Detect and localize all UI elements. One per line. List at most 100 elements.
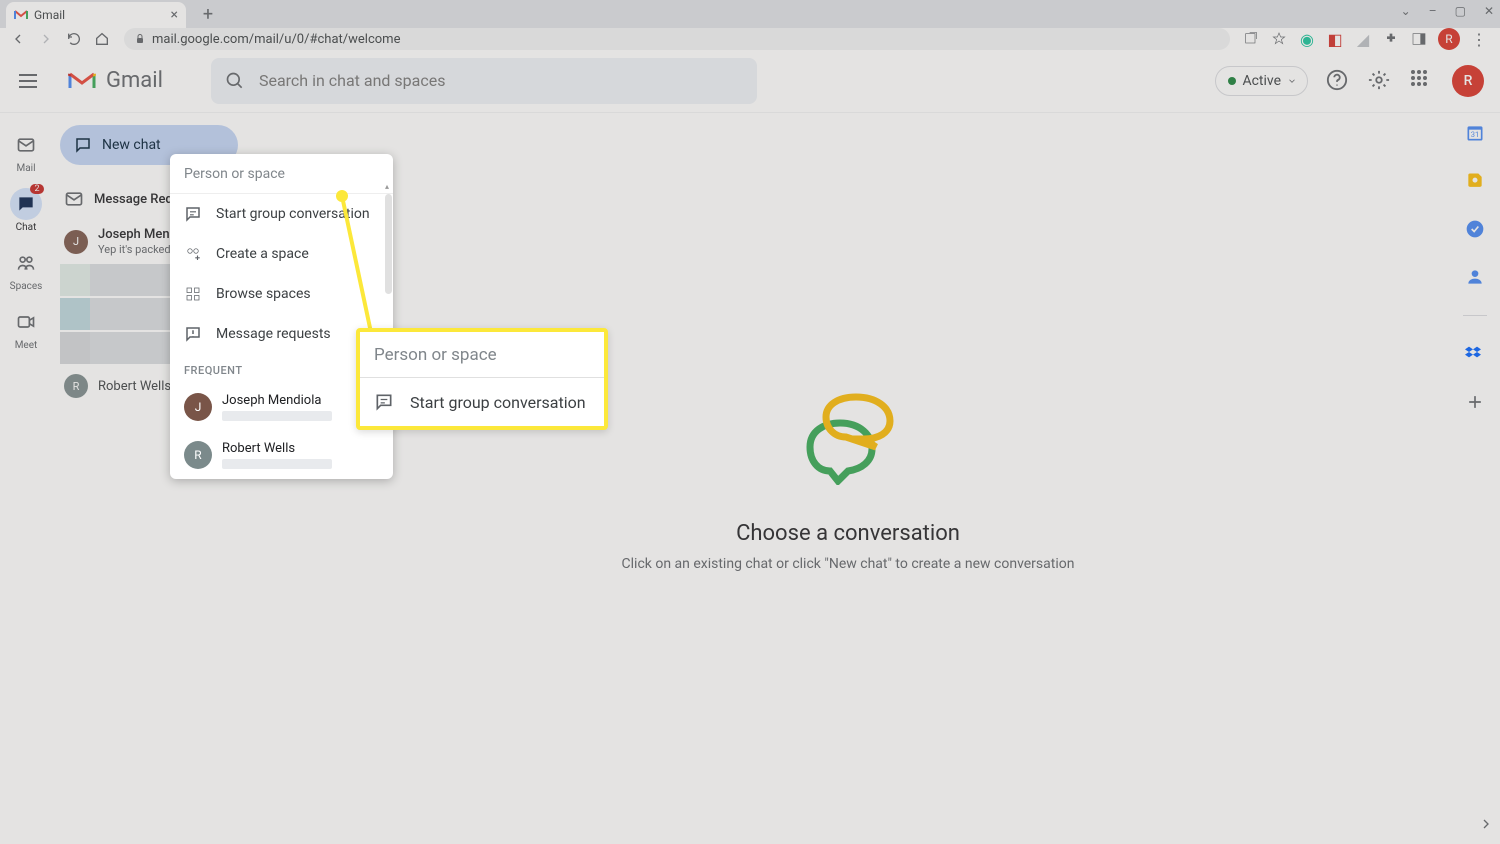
sidepanel-icon[interactable] (1410, 30, 1428, 48)
popover-item-label: Message requests (216, 326, 331, 342)
url-field[interactable]: mail.google.com/mail/u/0/#chat/welcome (124, 28, 1230, 50)
apps-grid-icon[interactable] (1410, 69, 1434, 93)
empty-subtitle: Click on an existing chat or click "New … (622, 556, 1075, 572)
add-addon-icon[interactable] (1465, 392, 1485, 412)
new-chat-popover: Person or space Start group conversation… (170, 154, 393, 479)
scrollbar[interactable] (385, 194, 392, 294)
profile-avatar[interactable]: R (1438, 28, 1460, 50)
chevron-down-icon[interactable]: ⌄ (1401, 4, 1411, 18)
home-icon[interactable] (92, 29, 112, 49)
tab-strip: Gmail × + ⌄ – ▢ ✕ (0, 0, 1500, 28)
rail-label: Chat (16, 222, 37, 233)
contact-name: Robert Wells (222, 441, 332, 456)
popover-placeholder: Person or space (184, 166, 285, 182)
rail-item-mail[interactable]: Mail (0, 123, 52, 180)
spaces-icon (16, 253, 36, 273)
rail-item-spaces[interactable]: Spaces (0, 241, 52, 298)
kebab-menu-icon[interactable]: ⋮ (1470, 30, 1488, 48)
rail-item-chat[interactable]: 2 Chat (0, 182, 52, 239)
gmail-logo[interactable]: Gmail (68, 68, 163, 93)
popover-start-group[interactable]: Start group conversation (170, 194, 393, 234)
status-dot-icon (1228, 77, 1236, 85)
popover-search-input[interactable]: Person or space (170, 154, 393, 194)
annotation-callout: Person or space Start group conversation (356, 328, 608, 430)
empty-title: Choose a conversation (736, 521, 960, 546)
callout-search: Person or space (360, 332, 604, 378)
callout-item: Start group conversation (360, 378, 604, 426)
mail-icon (16, 135, 36, 155)
group-chat-icon (184, 205, 202, 223)
search-icon (225, 71, 245, 91)
frequent-contact[interactable]: R Robert Wells (170, 431, 393, 479)
rail-label: Spaces (10, 281, 43, 292)
redacted-email (222, 459, 332, 469)
grammarly-icon[interactable]: ◉ (1298, 30, 1316, 48)
empty-state-graphic (778, 385, 918, 485)
meet-icon (16, 312, 36, 332)
chat-badge: 2 (30, 184, 44, 194)
address-bar: mail.google.com/mail/u/0/#chat/welcome ◉… (0, 28, 1500, 50)
avatar: J (64, 230, 88, 254)
share-icon[interactable] (1242, 30, 1260, 48)
maximize-icon[interactable]: ▢ (1455, 4, 1466, 18)
popover-item-label: Create a space (216, 246, 309, 262)
window-controls: ⌄ – ▢ ✕ (1401, 4, 1494, 18)
contact-name: Joseph Mendiola (222, 393, 332, 408)
app-header: Gmail Active R (0, 49, 1500, 113)
right-rail: 31 (1450, 113, 1500, 844)
browser-chrome: Gmail × + ⌄ – ▢ ✕ mail.google.com/mail/u… (0, 0, 1500, 49)
rail-label: Meet (15, 340, 38, 351)
gmail-favicon (14, 9, 28, 21)
minimize-icon[interactable]: – (1429, 4, 1437, 18)
new-chat-label: New chat (102, 137, 161, 153)
forward-icon (36, 29, 56, 49)
contacts-icon[interactable] (1465, 267, 1485, 287)
status-label: Active (1242, 73, 1281, 89)
avatar: J (184, 393, 212, 421)
rail-item-meet[interactable]: Meet (0, 300, 52, 357)
dropbox-icon[interactable] (1465, 344, 1485, 364)
search-box[interactable] (211, 58, 757, 104)
message-requests-icon (64, 189, 84, 209)
extensions-icon[interactable] (1382, 30, 1400, 48)
create-space-icon (184, 245, 202, 263)
message-requests-icon (184, 325, 202, 343)
lastpass-icon[interactable]: ◧ (1326, 30, 1344, 48)
redacted-email (222, 411, 332, 421)
calendar-icon[interactable]: 31 (1465, 123, 1485, 143)
side-panel-toggle-icon[interactable] (1478, 816, 1494, 832)
svg-text:31: 31 (1471, 130, 1479, 139)
keep-icon[interactable] (1465, 171, 1485, 191)
close-icon[interactable]: × (171, 7, 178, 23)
group-chat-icon (374, 392, 394, 412)
url-text: mail.google.com/mail/u/0/#chat/welcome (152, 32, 400, 47)
tasks-icon[interactable] (1465, 219, 1485, 239)
reload-icon[interactable] (64, 29, 84, 49)
search-input[interactable] (259, 71, 743, 90)
close-window-icon[interactable]: ✕ (1484, 4, 1494, 18)
chevron-down-icon (1287, 76, 1297, 86)
avatar: R (64, 374, 88, 398)
avatar: R (184, 441, 212, 469)
product-name: Gmail (106, 68, 163, 93)
pin-icon[interactable]: ◢ (1354, 30, 1372, 48)
content-area: Choose a conversation Click on an existi… (246, 113, 1450, 844)
left-rail: Mail 2 Chat Spaces Meet (0, 113, 52, 844)
rail-label: Mail (16, 163, 35, 174)
browser-tab[interactable]: Gmail × (6, 2, 186, 28)
new-chat-icon (74, 136, 92, 154)
contact-name: Robert Wells (98, 379, 171, 394)
gear-icon[interactable] (1368, 69, 1392, 93)
star-icon[interactable] (1270, 30, 1288, 48)
status-pill[interactable]: Active (1215, 66, 1308, 96)
popover-item-label: Browse spaces (216, 286, 311, 302)
tab-title: Gmail (34, 8, 65, 22)
lock-icon (134, 33, 146, 45)
account-avatar[interactable]: R (1452, 65, 1484, 97)
browse-spaces-icon (184, 285, 202, 303)
hamburger-menu-icon[interactable] (16, 69, 40, 93)
chat-icon (16, 194, 36, 214)
new-tab-button[interactable]: + (194, 0, 222, 28)
help-icon[interactable] (1326, 69, 1350, 93)
back-icon[interactable] (8, 29, 28, 49)
